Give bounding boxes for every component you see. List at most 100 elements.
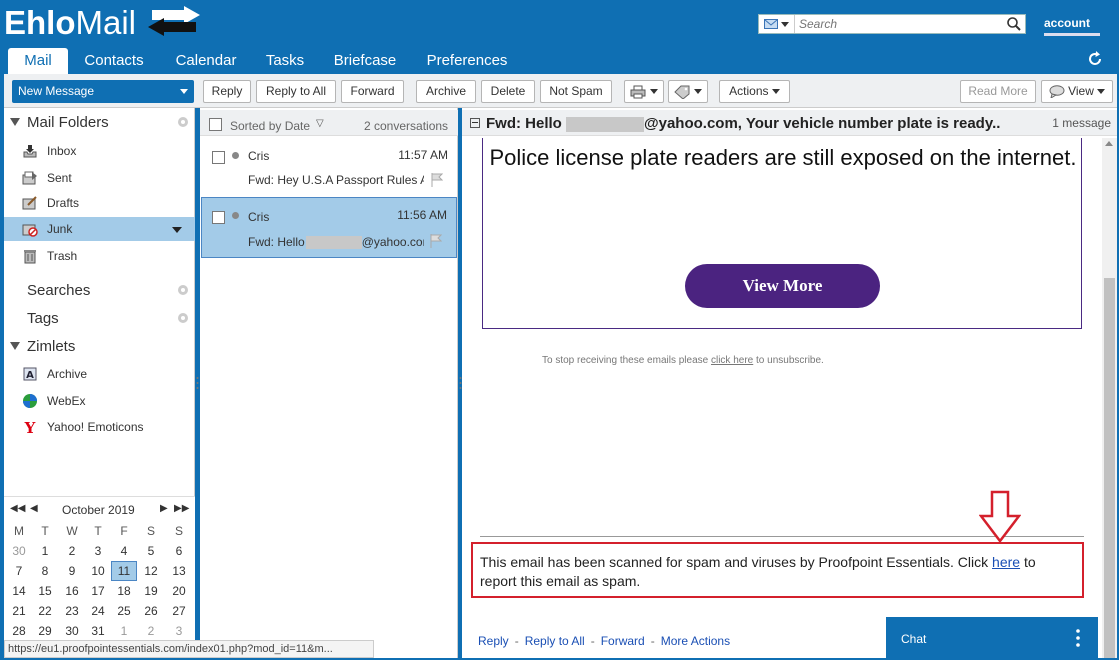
calendar-day[interactable]: 12 xyxy=(138,561,164,581)
reply-all-button[interactable]: Reply to All xyxy=(256,80,336,103)
calendar-day[interactable]: 3 xyxy=(85,541,111,561)
calendar-day[interactable]: 28 xyxy=(6,621,32,641)
calendar-day[interactable]: 8 xyxy=(32,561,58,581)
calendar-day[interactable]: 3 xyxy=(166,621,192,641)
calendar-day[interactable]: 4 xyxy=(111,541,137,561)
flag-icon[interactable] xyxy=(431,173,443,187)
calendar-day[interactable]: 24 xyxy=(85,601,111,621)
calendar-day[interactable]: 6 xyxy=(166,541,192,561)
tab-tasks[interactable]: Tasks xyxy=(258,48,312,74)
view-menu-button[interactable]: View xyxy=(1041,80,1113,103)
calendar-day[interactable]: 10 xyxy=(85,561,111,581)
unread-dot-icon[interactable] xyxy=(232,152,239,159)
row-checkbox[interactable] xyxy=(212,211,225,224)
tab-contacts[interactable]: Contacts xyxy=(78,48,150,74)
gear-icon[interactable] xyxy=(176,311,190,325)
calendar-day-today[interactable]: 11 xyxy=(111,561,137,581)
searches-header[interactable]: Searches xyxy=(4,280,195,302)
zimlet-archive[interactable]: A Archive xyxy=(4,362,195,386)
collapse-triangle-icon[interactable] xyxy=(10,342,20,350)
chevron-down-icon[interactable] xyxy=(172,227,182,233)
archive-button[interactable]: Archive xyxy=(416,80,476,103)
tag-menu-button[interactable] xyxy=(668,80,708,103)
calendar-day[interactable]: 13 xyxy=(166,561,192,581)
zimlet-yahoo-emoticons[interactable]: Y Yahoo! Emoticons xyxy=(4,415,195,439)
search-type-dropdown[interactable] xyxy=(759,15,795,33)
reader-scrollbar[interactable] xyxy=(1102,138,1117,658)
collapse-triangle-icon[interactable] xyxy=(10,118,20,126)
print-menu-button[interactable] xyxy=(624,80,664,103)
unread-dot-icon[interactable] xyxy=(232,212,239,219)
gear-icon[interactable] xyxy=(176,115,190,129)
gear-icon[interactable] xyxy=(176,283,190,297)
calendar-day[interactable]: 25 xyxy=(111,601,137,621)
refresh-icon[interactable] xyxy=(1086,50,1104,68)
tab-mail[interactable]: Mail xyxy=(8,48,68,74)
list-item[interactable]: Cris 11:57 AM Fwd: Hey U.S.A Passport Ru… xyxy=(201,138,457,199)
calendar-day[interactable]: 23 xyxy=(59,601,85,621)
tab-calendar[interactable]: Calendar xyxy=(168,48,244,74)
calendar-day[interactable]: 5 xyxy=(138,541,164,561)
account-menu[interactable]: account xyxy=(1044,16,1090,30)
prev-year-icon[interactable]: ◀◀ xyxy=(10,503,25,514)
calendar-day[interactable]: 21 xyxy=(6,601,32,621)
prev-month-icon[interactable]: ◀ xyxy=(30,503,38,514)
calendar-day[interactable]: 29 xyxy=(32,621,58,641)
chat-panel[interactable]: Chat xyxy=(886,617,1098,660)
chevron-down-icon[interactable] xyxy=(180,89,188,94)
tab-briefcase[interactable]: Briefcase xyxy=(326,48,404,74)
calendar-day[interactable]: 19 xyxy=(138,581,164,601)
resize-grip-icon[interactable] xyxy=(196,376,199,390)
unsubscribe-link[interactable]: click here xyxy=(711,355,753,366)
folder-junk[interactable]: Junk xyxy=(4,217,195,241)
list-item-selected[interactable]: Cris 11:56 AM Fwd: Hello @yahoo.cor xyxy=(201,197,457,258)
new-message-button[interactable]: New Message xyxy=(12,80,194,103)
folder-inbox[interactable]: Inbox xyxy=(4,139,195,163)
reply-all-link[interactable]: Reply to All xyxy=(525,634,585,648)
tags-header[interactable]: Tags xyxy=(4,308,195,330)
sort-label[interactable]: Sorted by Date xyxy=(230,119,310,133)
reply-link[interactable]: Reply xyxy=(478,634,509,648)
search-icon[interactable] xyxy=(1006,16,1022,32)
calendar-day[interactable]: 27 xyxy=(166,601,192,621)
row-checkbox[interactable] xyxy=(212,151,225,164)
more-vertical-icon[interactable] xyxy=(1076,629,1080,647)
calendar-day[interactable]: 15 xyxy=(32,581,58,601)
calendar-day[interactable]: 1 xyxy=(111,621,137,641)
calendar-day[interactable]: 30 xyxy=(59,621,85,641)
report-spam-link[interactable]: here xyxy=(992,554,1020,570)
search-input[interactable] xyxy=(799,16,999,32)
calendar-day[interactable]: 20 xyxy=(166,581,192,601)
calendar-day[interactable]: 2 xyxy=(59,541,85,561)
forward-button[interactable]: Forward xyxy=(341,80,404,103)
folder-sent[interactable]: Sent xyxy=(4,166,195,190)
calendar-day[interactable]: 9 xyxy=(59,561,85,581)
forward-link[interactable]: Forward xyxy=(601,634,645,648)
calendar-day[interactable]: 16 xyxy=(59,581,85,601)
zimlets-header[interactable]: Zimlets xyxy=(4,336,195,358)
scroll-thumb[interactable] xyxy=(1104,278,1115,658)
calendar-day[interactable]: 18 xyxy=(111,581,137,601)
reply-button[interactable]: Reply xyxy=(203,80,251,103)
read-more-button[interactable]: Read More xyxy=(960,80,1036,103)
actions-menu-button[interactable]: Actions xyxy=(719,80,790,103)
view-more-button[interactable]: View More xyxy=(685,264,880,308)
ehlomail-logo[interactable]: Ehlo Mail xyxy=(4,2,136,44)
scroll-up-icon[interactable] xyxy=(1105,141,1113,146)
calendar-day[interactable]: 31 xyxy=(85,621,111,641)
zimlet-webex[interactable]: WebEx xyxy=(4,389,195,413)
delete-button[interactable]: Delete xyxy=(481,80,535,103)
calendar-day[interactable]: 17 xyxy=(85,581,111,601)
calendar-day[interactable]: 2 xyxy=(138,621,164,641)
sort-direction-icon[interactable]: ▽ xyxy=(316,118,324,129)
folder-trash[interactable]: Trash xyxy=(4,244,195,268)
calendar-day[interactable]: 26 xyxy=(138,601,164,621)
mail-folders-header[interactable]: Mail Folders xyxy=(4,112,195,134)
calendar-day[interactable]: 30 xyxy=(6,541,32,561)
folder-drafts[interactable]: Drafts xyxy=(4,191,195,215)
calendar-day[interactable]: 7 xyxy=(6,561,32,581)
tab-preferences[interactable]: Preferences xyxy=(418,48,516,74)
next-month-icon[interactable]: ▶ xyxy=(160,503,168,514)
next-year-icon[interactable]: ▶▶ xyxy=(174,503,189,514)
flag-icon[interactable] xyxy=(430,234,442,248)
